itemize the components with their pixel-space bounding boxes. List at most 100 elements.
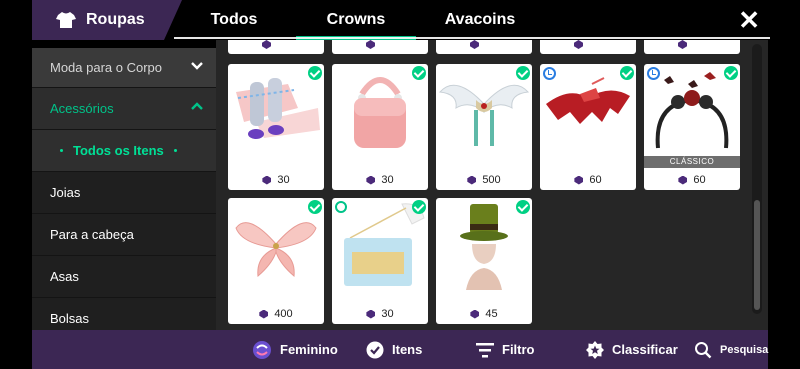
shirt-icon	[56, 12, 76, 28]
price-value: 60	[589, 174, 602, 186]
item-price: 30	[228, 174, 324, 186]
gem-icon	[262, 40, 271, 49]
tag-icon	[335, 201, 347, 213]
gem-icon	[366, 175, 376, 185]
pink-handbag-image	[354, 77, 406, 148]
gem-icon	[574, 40, 583, 49]
owned-check-icon	[724, 66, 738, 80]
item-card-white-wings[interactable]: 500	[436, 64, 532, 190]
sidebar-item-cabeca[interactable]: Para a cabeça	[32, 214, 216, 256]
chevron-down-icon	[191, 62, 203, 70]
close-button[interactable]: ✕	[738, 6, 760, 34]
sidebar-item-label: Para a cabeça	[50, 227, 134, 242]
item-price: 400	[228, 308, 324, 320]
owned-check-icon	[516, 200, 530, 214]
gender-toggle-button[interactable]: Feminino	[252, 330, 338, 369]
sidebar-item-acessorios[interactable]: Acessórios	[32, 88, 216, 130]
tab-underline	[174, 37, 770, 39]
gem-icon	[366, 40, 375, 49]
gem-icon	[366, 309, 376, 319]
sidebar-item-label: Moda para o Corpo	[50, 60, 163, 75]
partial-card[interactable]	[332, 40, 428, 54]
item-card-leg-warmers[interactable]: 30	[228, 64, 324, 190]
owned-check-icon	[308, 66, 322, 80]
gender-label: Feminino	[280, 342, 338, 357]
gem-icon	[262, 175, 272, 185]
price-value: 400	[274, 308, 293, 320]
price-value: 30	[381, 308, 394, 320]
gem-icon	[470, 309, 480, 319]
price-value: 60	[693, 174, 706, 186]
item-card-red-bat-cape[interactable]: 60	[540, 64, 636, 190]
search-icon	[695, 341, 712, 358]
owned-check-icon	[308, 200, 322, 214]
sidebar-item-todos-itens[interactable]: Todos os Itens	[32, 130, 216, 172]
red-bat-cape-image	[546, 77, 630, 124]
partial-card[interactable]	[228, 40, 324, 54]
owned-check-icon	[412, 66, 426, 80]
scrollbar-thumb[interactable]	[754, 200, 760, 310]
item-card-gold-clutch[interactable]: 30	[332, 198, 428, 324]
green-top-hat-image	[460, 204, 508, 290]
badge-star-icon	[586, 340, 604, 359]
sidebar-item-asas[interactable]: Asas	[32, 256, 216, 298]
tab-avacoins[interactable]: Avacoins	[434, 0, 526, 40]
item-price: 500	[436, 174, 532, 186]
price-value: 30	[381, 174, 394, 186]
classic-badge: CLÁSSICO	[644, 156, 740, 168]
items-toggle-button[interactable]: Itens	[366, 330, 422, 369]
item-price: 30	[332, 174, 428, 186]
sidebar-item-label: Joias	[50, 185, 81, 200]
search-label: Pesquisa	[720, 343, 769, 356]
sidebar-item-joias[interactable]: Joias	[32, 172, 216, 214]
sidebar-item-label: Asas	[50, 269, 79, 284]
item-price: 60	[540, 174, 636, 186]
sort-button[interactable]: Classificar	[586, 330, 678, 369]
gem-icon	[574, 175, 584, 185]
tab-todos[interactable]: Todos	[196, 0, 272, 40]
check-circle-icon	[366, 341, 384, 358]
tab-crowns[interactable]: Crowns	[296, 0, 416, 40]
sidebar-item-label: Acessórios	[50, 101, 114, 116]
sidebar-item-label: Bolsas	[50, 311, 90, 326]
item-card-pink-handbag[interactable]: 30	[332, 64, 428, 190]
item-card-fairy-wings[interactable]: 400	[228, 198, 324, 324]
bottom-toolbar: Feminino Itens Filtro Classificar Pesqui…	[32, 330, 768, 369]
sort-label: Classificar	[612, 342, 678, 357]
price-value: 45	[485, 308, 498, 320]
category-sidebar: Moda para o Corpo Acessórios Todos os It…	[32, 48, 216, 330]
chevron-up-icon	[191, 102, 203, 110]
gold-clutch-image	[344, 203, 425, 286]
item-grid: 30 30 500 60 CLÁSSICO 60 400 30 45	[216, 40, 768, 330]
owned-check-icon	[516, 66, 530, 80]
partial-card[interactable]	[436, 40, 532, 54]
leg-warmers-image	[236, 78, 320, 139]
fairy-wings-image	[235, 222, 317, 278]
owned-check-icon	[620, 66, 634, 80]
filter-button[interactable]: Filtro	[476, 330, 535, 369]
partial-card[interactable]	[644, 40, 740, 54]
item-price: 45	[436, 308, 532, 320]
brand-tab[interactable]: Roupas	[32, 0, 182, 40]
clock-icon	[543, 67, 556, 80]
price-value: 500	[482, 174, 501, 186]
gem-icon	[467, 175, 477, 185]
items-label: Itens	[392, 342, 423, 357]
sidebar-item-moda-corpo[interactable]: Moda para o Corpo	[32, 48, 216, 88]
owned-check-icon	[412, 200, 426, 214]
bullet-dot	[60, 149, 63, 152]
item-price: 30	[332, 308, 428, 320]
bat-headband-image	[655, 72, 729, 149]
partial-card[interactable]	[540, 40, 636, 54]
sidebar-item-bolsas[interactable]: Bolsas	[32, 298, 216, 330]
search-button[interactable]: Pesquisa	[694, 330, 768, 369]
item-card-bat-headband[interactable]: CLÁSSICO 60	[644, 64, 740, 190]
filter-icon	[476, 342, 494, 357]
bullet-dot	[173, 149, 177, 152]
swap-gender-icon	[253, 340, 271, 359]
gem-icon	[259, 309, 269, 319]
brand-label: Roupas	[86, 11, 145, 28]
gem-icon	[678, 175, 688, 185]
white-wings-image	[438, 84, 530, 146]
item-card-green-top-hat[interactable]: 45	[436, 198, 532, 324]
